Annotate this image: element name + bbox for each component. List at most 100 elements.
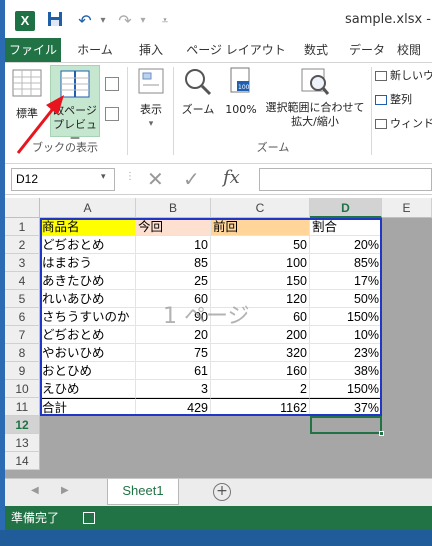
formula-bar: D12 ▾ ⋮ ✕ ✓ fx [5, 165, 432, 195]
more-icon: ⋮ [125, 171, 135, 182]
table-cell[interactable]: 50 [211, 236, 310, 254]
column-header-e[interactable]: E [382, 198, 432, 218]
tab-review[interactable]: 校閲 [397, 38, 432, 62]
group-separator [127, 67, 128, 155]
zoom-100-button[interactable]: 100 100% [221, 67, 261, 133]
row-header[interactable]: 6 [5, 308, 40, 326]
tab-file[interactable]: ファイル [5, 38, 61, 62]
table-cell[interactable]: 320 [211, 344, 310, 362]
table-cell[interactable]: 3 [136, 380, 211, 398]
title-bar: X ↶ ▾ ↷ ▾ ⩡ sample.xlsx - E [5, 0, 432, 40]
table-cell[interactable]: どぢおとめ [40, 326, 136, 344]
total-cell[interactable]: 429 [136, 398, 211, 416]
column-header-d[interactable]: D [310, 198, 382, 218]
row-header[interactable]: 9 [5, 362, 40, 380]
redo-dropdown-icon[interactable]: ▾ [133, 11, 153, 31]
insert-function-icon[interactable]: fx [223, 167, 240, 188]
row-header[interactable]: 12 [5, 416, 40, 434]
show-icon [138, 68, 164, 94]
table-cell[interactable]: 150% [310, 380, 382, 398]
add-sheet-icon[interactable]: + [213, 483, 231, 501]
table-cell[interactable]: 2 [211, 380, 310, 398]
table-cell[interactable]: 75 [136, 344, 211, 362]
name-box[interactable]: D12 [11, 168, 115, 191]
table-cell[interactable]: 38% [310, 362, 382, 380]
tab-page-layout[interactable]: ページ レイアウト [181, 38, 291, 62]
row-header[interactable]: 4 [5, 272, 40, 290]
scroll-left-icon[interactable]: ◀ [31, 485, 39, 496]
row-header[interactable]: 14 [5, 452, 40, 470]
zoom-to-selection-button[interactable]: 選択範囲に合わせて 拡大/縮小 [261, 67, 369, 137]
total-cell[interactable]: 1162 [211, 398, 310, 416]
scroll-right-icon[interactable]: ▶ [61, 485, 69, 496]
table-cell[interactable]: 150 [211, 272, 310, 290]
table-cell[interactable]: さちうすいのか [40, 308, 136, 326]
row-header[interactable]: 1 [5, 218, 40, 236]
name-box-dropdown-icon[interactable]: ▾ [101, 172, 106, 182]
tab-insert[interactable]: 挿入 [129, 38, 173, 62]
row-header[interactable]: 8 [5, 344, 40, 362]
page-layout-view-icon[interactable] [105, 77, 119, 91]
table-cell[interactable]: 23% [310, 344, 382, 362]
zoom-label: ズーム [181, 103, 215, 116]
header-cell[interactable]: 今回 [136, 218, 211, 236]
table-cell[interactable]: 17% [310, 272, 382, 290]
header-cell[interactable]: 商品名 [40, 218, 136, 236]
show-button[interactable]: 表示 ▾ [133, 67, 169, 133]
table-cell[interactable]: 85% [310, 254, 382, 272]
save-icon[interactable] [45, 11, 65, 31]
column-header-c[interactable]: C [211, 198, 310, 218]
enter-icon[interactable]: ✓ [183, 167, 200, 191]
total-cell[interactable]: 合計 [40, 398, 136, 416]
total-cell[interactable]: 37% [310, 398, 382, 416]
table-cell[interactable]: はまおう [40, 254, 136, 272]
zoom-to-selection-icon [301, 68, 330, 95]
table-cell[interactable]: 10% [310, 326, 382, 344]
table-cell[interactable]: あきたひめ [40, 272, 136, 290]
row-header[interactable]: 10 [5, 380, 40, 398]
arrange-all-button[interactable]: 整列 [375, 93, 432, 111]
table-cell[interactable]: 100 [211, 254, 310, 272]
table-cell[interactable]: やおいひめ [40, 344, 136, 362]
table-cell[interactable]: れいあひめ [40, 290, 136, 308]
table-cell[interactable]: 85 [136, 254, 211, 272]
row-header[interactable]: 2 [5, 236, 40, 254]
table-cell[interactable]: えひめ [40, 380, 136, 398]
formula-input[interactable] [259, 168, 432, 191]
undo-dropdown-icon[interactable]: ▾ [93, 11, 113, 31]
freeze-panes-button[interactable]: ウィンドウ [375, 117, 432, 135]
row-header[interactable]: 11 [5, 398, 40, 416]
column-header-b[interactable]: B [136, 198, 211, 218]
tab-data[interactable]: データ [345, 38, 389, 62]
row-header[interactable]: 13 [5, 434, 40, 452]
active-cell-d12[interactable] [310, 416, 382, 434]
redo-icon[interactable]: ↷ [115, 11, 135, 31]
zoom-button[interactable]: ズーム [177, 67, 219, 133]
table-cell[interactable]: 20% [310, 236, 382, 254]
table-cell[interactable]: 150% [310, 308, 382, 326]
header-cell[interactable]: 前回 [211, 218, 310, 236]
tab-formulas[interactable]: 数式 [295, 38, 337, 62]
row-header[interactable]: 5 [5, 290, 40, 308]
fill-handle[interactable] [379, 431, 384, 436]
sheet-tab-sheet1[interactable]: Sheet1 [107, 479, 179, 505]
tab-home[interactable]: ホーム [69, 38, 121, 62]
macro-record-icon[interactable] [83, 512, 95, 524]
select-all-corner[interactable] [5, 198, 40, 218]
column-header-a[interactable]: A [40, 198, 136, 218]
table-cell[interactable]: どぢおとめ [40, 236, 136, 254]
row-header[interactable]: 7 [5, 326, 40, 344]
cancel-icon[interactable]: ✕ [147, 167, 164, 191]
table-cell[interactable]: 25 [136, 272, 211, 290]
custom-views-icon[interactable] [105, 107, 119, 121]
undo-icon[interactable]: ↶ [75, 11, 95, 31]
table-cell[interactable]: 10 [136, 236, 211, 254]
row-header[interactable]: 3 [5, 254, 40, 272]
table-cell[interactable]: 160 [211, 362, 310, 380]
table-cell[interactable]: 50% [310, 290, 382, 308]
table-cell[interactable]: 61 [136, 362, 211, 380]
customize-toolbar-icon[interactable]: ⩡ [155, 11, 175, 31]
table-cell[interactable]: おとひめ [40, 362, 136, 380]
header-cell[interactable]: 割合 [310, 218, 382, 236]
new-window-button[interactable]: 新しいウ [375, 69, 432, 87]
